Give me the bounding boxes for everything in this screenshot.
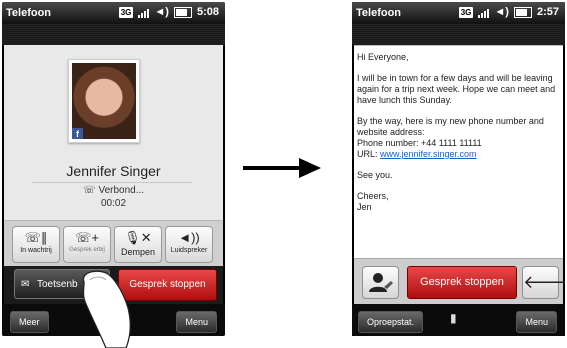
battery-icon <box>513 6 532 18</box>
back-arrow-icon[interactable]: 🡐 <box>522 266 565 299</box>
speaker-icon: ◄)) <box>178 230 200 245</box>
keypad-icon: ✉ <box>21 279 30 290</box>
divider <box>32 182 192 183</box>
message-url-link[interactable]: www.jennifer.singer.com <box>380 149 477 159</box>
add-call-icon: ☏+ <box>75 230 99 245</box>
status-bar: Telefoon 3G ◄) 2:57 <box>352 2 565 24</box>
keypad-label: Toetsenb <box>37 279 78 290</box>
volume-icon: ◄) <box>154 6 169 18</box>
message-contact-block: By the way, here is my new phone number … <box>357 116 559 160</box>
end-call-button[interactable]: Gesprek stoppen <box>407 266 517 299</box>
signal-icon <box>478 7 490 18</box>
action-row: Gesprek stoppen 🡐 <box>354 258 565 305</box>
facebook-icon: f <box>72 128 83 139</box>
status-bar: Telefoon 3G ◄) 5:08 <box>2 2 225 24</box>
add-call-label: Gesprek erbij <box>69 247 105 253</box>
message-paragraph: I will be in town for a few days and wil… <box>357 73 556 105</box>
right-phone-screen: Telefoon 3G ◄) 2:57 Hi Everyone, I will … <box>352 2 565 336</box>
call-status: ☏ Verbond... <box>4 185 223 196</box>
message-greeting: Hi Everyone, <box>357 52 409 62</box>
call-panel: f Jennifer Singer ☏ Verbond... 00:02 <box>4 45 223 220</box>
hold-button[interactable]: ☏∥ In wachtrij <box>12 226 60 263</box>
softkey-more[interactable]: Meer <box>10 311 49 333</box>
message-signoff: Cheers, Jen <box>357 191 559 213</box>
mic-icon: ▮ <box>450 311 457 325</box>
hold-icon: ☏∥ <box>24 230 48 245</box>
call-status-text: Verbond... <box>98 185 145 196</box>
call-controls: ☏∥ In wachtrij ☏+ Gesprek erbij 🎙✕ Dempe… <box>4 220 223 267</box>
header-band <box>352 24 565 45</box>
softkey-menu[interactable]: Menu <box>176 311 217 333</box>
message-signature: Jen <box>357 202 372 212</box>
caller-name: Jennifer Singer <box>66 163 161 179</box>
message-line: By the way, here is my new phone number … <box>357 116 544 137</box>
softkey-menu[interactable]: Menu <box>516 311 557 333</box>
network-3g-icon: 3G <box>118 6 134 18</box>
network-3g-icon: 3G <box>458 6 474 18</box>
caller-photo: f <box>68 59 140 143</box>
message-phone-number[interactable]: Phone number: +44 1111 11111 <box>357 138 482 148</box>
mute-icon: 🎙✕ <box>124 230 152 245</box>
contact-button[interactable] <box>362 266 399 299</box>
mute-button[interactable]: 🎙✕ Dempen <box>114 226 162 263</box>
phone-call-icon: ☏ <box>82 185 96 196</box>
softkey-call-status[interactable]: Oproepstat. <box>358 311 424 333</box>
message-closing: See you. <box>357 170 393 180</box>
softkey-bar: Oproepstat. ▮ Menu <box>352 304 565 336</box>
status-time: 5:08 <box>196 6 219 18</box>
message-url-label: URL: <box>357 149 381 159</box>
contact-icon <box>369 273 393 292</box>
transition-arrow-icon <box>243 158 321 178</box>
hold-label: In wachtrij <box>20 247 52 254</box>
battery-icon <box>173 6 192 18</box>
speaker-label: Luidspreker <box>170 247 208 254</box>
signal-icon <box>138 7 150 18</box>
add-call-button[interactable]: ☏+ Gesprek erbij <box>63 226 111 263</box>
status-time: 2:57 <box>536 6 559 18</box>
mute-label: Dempen <box>120 247 156 257</box>
volume-icon: ◄) <box>494 6 509 18</box>
speaker-button[interactable]: ◄)) Luidspreker <box>165 226 213 263</box>
status-title: Telefoon <box>6 7 52 19</box>
status-title: Telefoon <box>356 7 402 19</box>
call-timer: 00:02 <box>100 198 127 209</box>
message-body: Hi Everyone, I will be in town for a few… <box>354 45 563 258</box>
message-cheers: Cheers, <box>357 191 389 201</box>
finger-tap-illustration <box>82 270 131 348</box>
header-band <box>2 24 225 45</box>
